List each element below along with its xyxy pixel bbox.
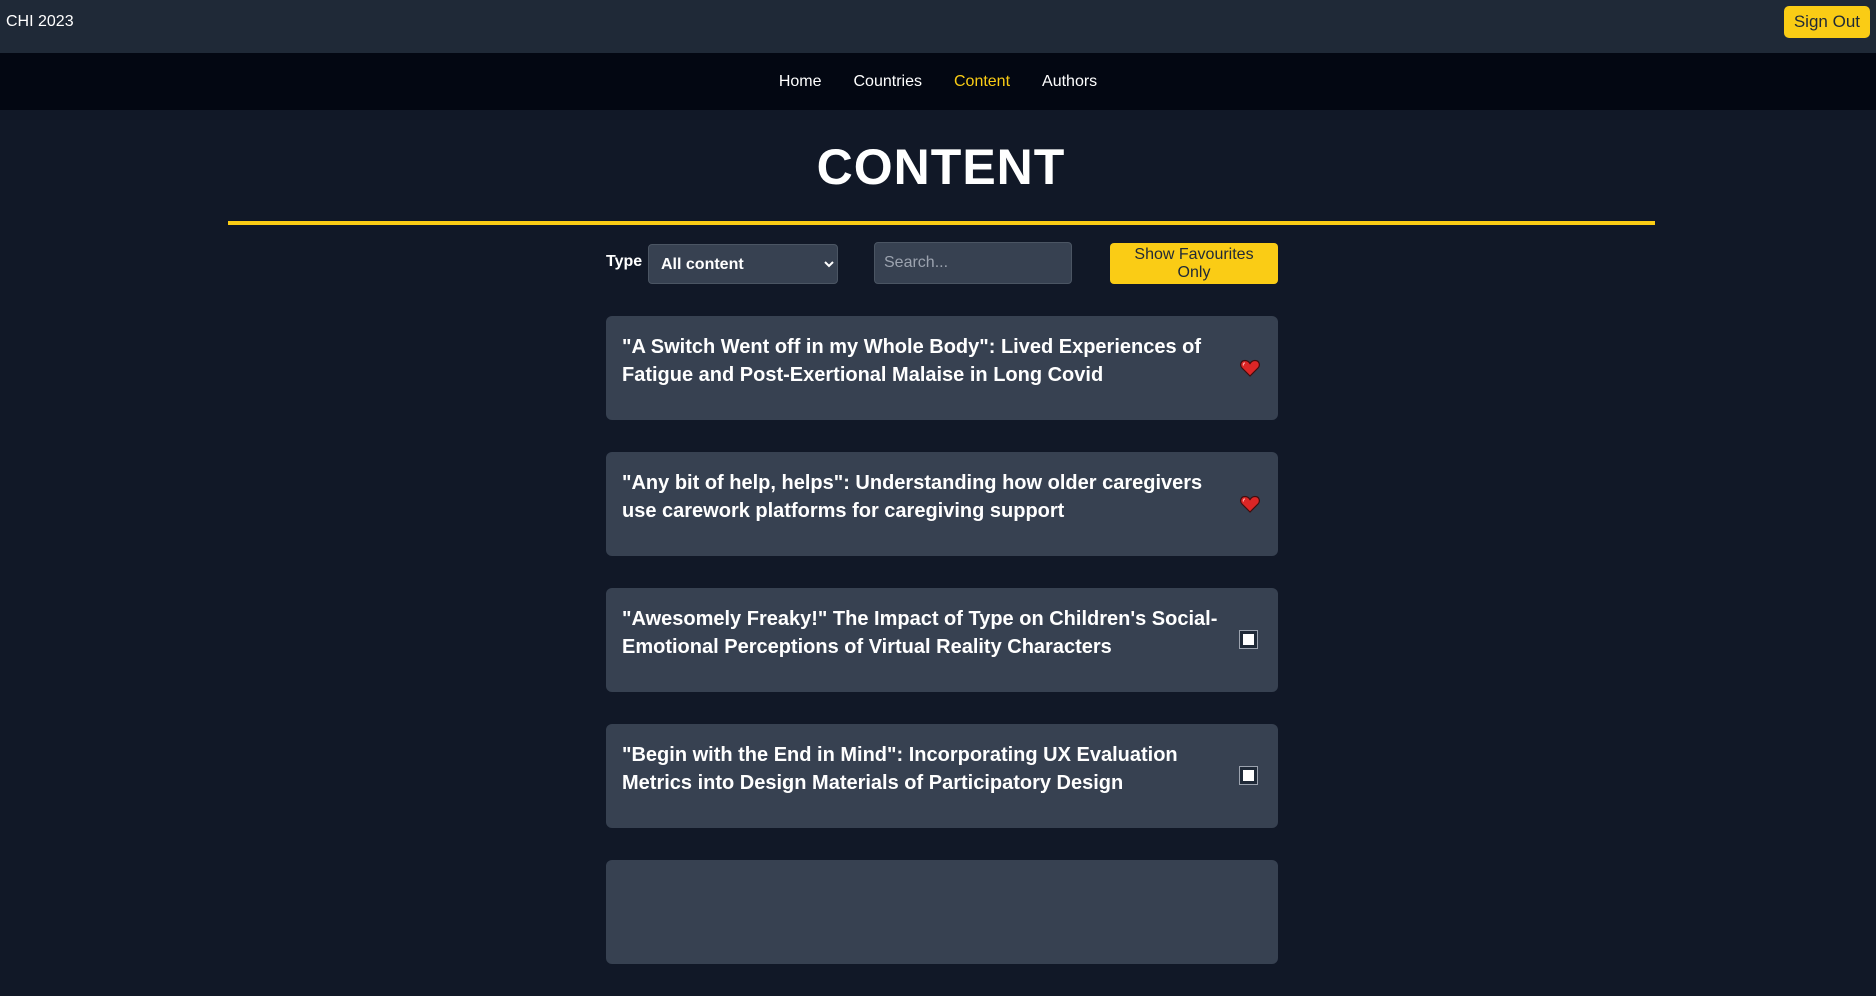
content-list: "A Switch Went off in my Whole Body": Li… [606,316,1278,996]
top-bar: CHI 2023 Sign Out [0,0,1876,53]
content-title: "Awesomely Freaky!" The Impact of Type o… [622,608,1218,658]
content-card[interactable]: "Begin with the End in Mind": Incorporat… [606,724,1278,828]
nav-home[interactable]: Home [779,73,822,91]
content-card[interactable]: "Awesomely Freaky!" The Impact of Type o… [606,588,1278,692]
heart-icon[interactable] [1240,495,1260,513]
content-card[interactable]: "A Switch Went off in my Whole Body": Li… [606,316,1278,420]
show-favourites-button[interactable]: Show Favourites Only [1110,243,1278,284]
nav-content[interactable]: Content [954,73,1010,91]
checkbox-icon[interactable] [1239,766,1258,785]
content-card[interactable]: "Any bit of help, helps": Understanding … [606,452,1278,556]
page-title: CONTENT [816,139,1066,195]
filter-bar: Type All content Show Favourites Only [606,242,1278,284]
sign-out-button[interactable]: Sign Out [1783,6,1870,38]
checkbox-icon[interactable] [1239,630,1258,649]
title-divider [228,221,1655,225]
search-input[interactable] [874,242,1072,284]
type-label: Type [606,253,643,270]
content-card[interactable] [606,860,1278,964]
content-title: "Any bit of help, helps": Understanding … [622,472,1203,522]
type-select[interactable]: All content [648,244,838,284]
nav-countries[interactable]: Countries [854,73,922,91]
nav-authors[interactable]: Authors [1042,73,1097,91]
app-title: CHI 2023 [6,13,74,30]
content-title: "A Switch Went off in my Whole Body": Li… [622,336,1202,386]
main-nav: Home Countries Content Authors [0,53,1876,110]
content-title: "Begin with the End in Mind": Incorporat… [622,744,1178,794]
heart-icon[interactable] [1240,359,1260,377]
